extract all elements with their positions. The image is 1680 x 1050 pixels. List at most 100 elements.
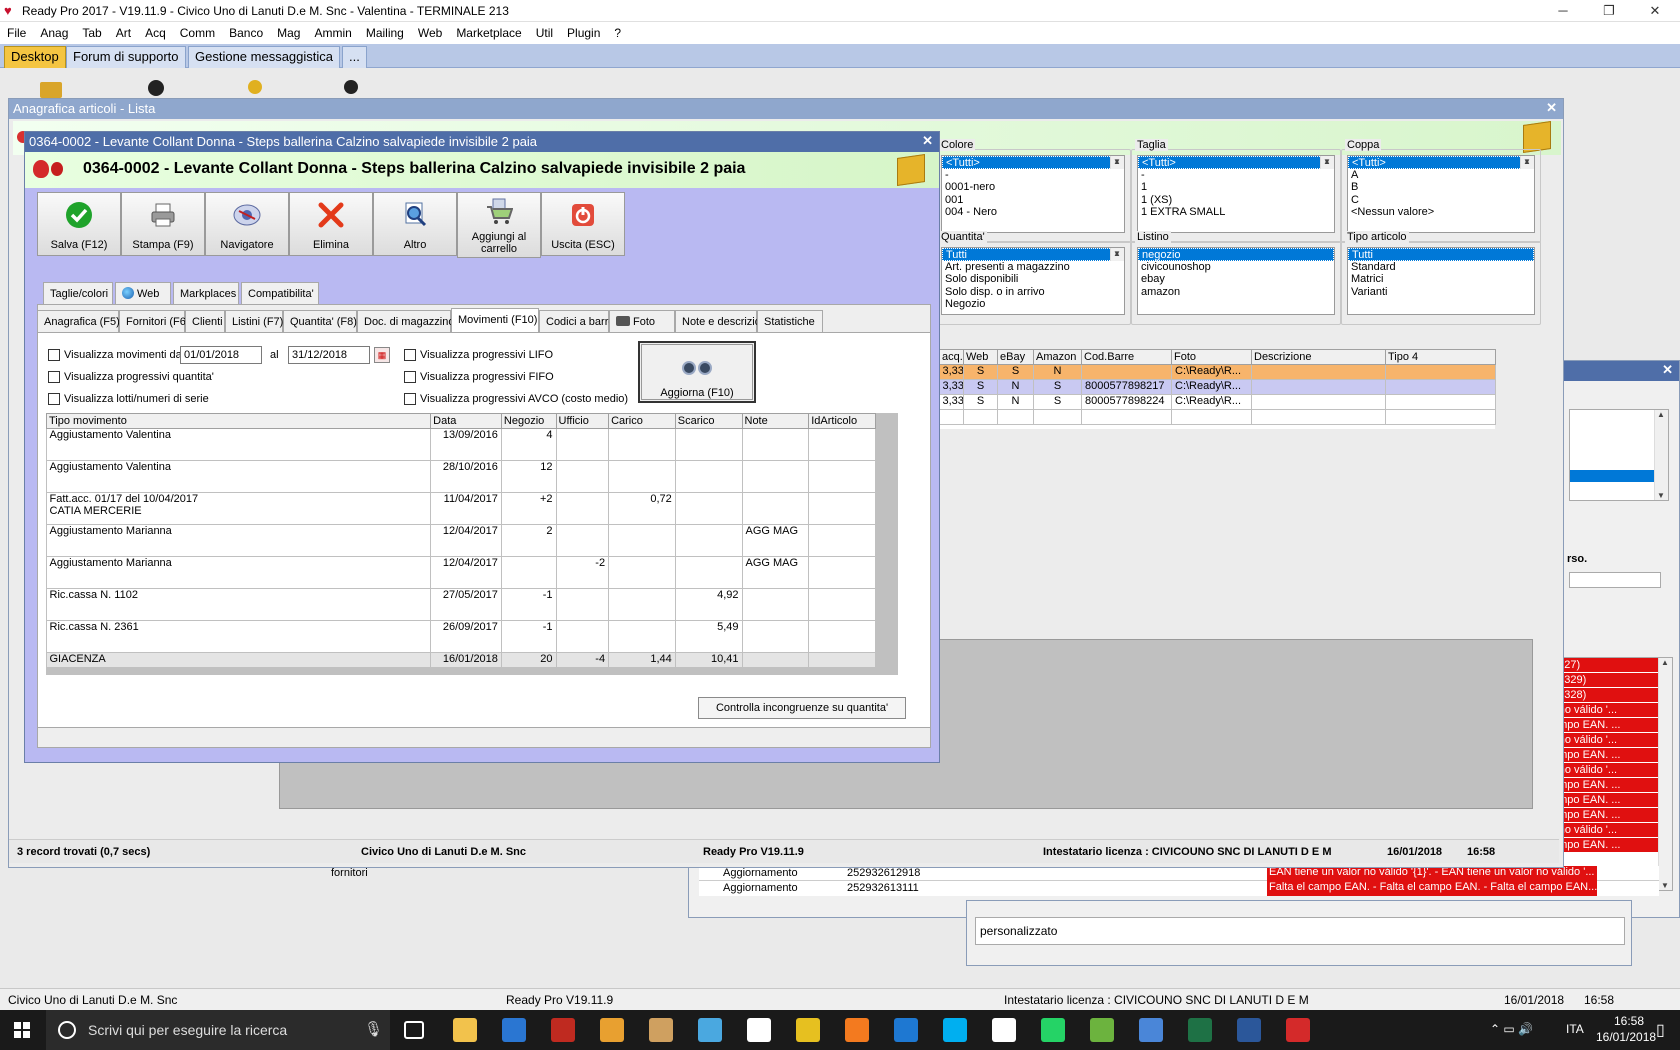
list-item[interactable]: Standard bbox=[1348, 261, 1534, 274]
column-header[interactable]: Tipo 4 bbox=[1385, 349, 1496, 365]
table-row[interactable]: Aggiornamento 252932612918 EAN tiene un … bbox=[699, 866, 1659, 881]
column-header[interactable]: Web bbox=[963, 349, 998, 365]
tab-fornitorif[interactable]: Fornitori (F6) bbox=[119, 310, 190, 334]
list-item[interactable]: amazon bbox=[1138, 286, 1334, 299]
error-item[interactable]: r no válido '... bbox=[1550, 733, 1672, 748]
error-item[interactable]: r no válido '... bbox=[1550, 703, 1672, 718]
word-icon[interactable] bbox=[1237, 1018, 1261, 1042]
desktop-tab[interactable]: Forum di supporto bbox=[66, 46, 186, 68]
error-item[interactable]: r no válido '... bbox=[1550, 823, 1672, 838]
filter-list-coppa[interactable]: <Tutti> A B C <Nessun valore> bbox=[1347, 155, 1535, 233]
error-list[interactable]: 7327) 17329) 17328) r no válido '... ampo EA… bbox=[1549, 657, 1673, 891]
article-grid[interactable]: acq. Web eBay Amazon Cod.Barre Foto Descrizion… bbox=[939, 349, 1496, 429]
personalizzato-field[interactable]: personalizzato bbox=[975, 917, 1625, 945]
whatsapp-icon[interactable] bbox=[1041, 1018, 1065, 1042]
scrollbar[interactable] bbox=[1320, 156, 1334, 169]
list-item[interactable]: Varianti bbox=[1348, 286, 1534, 299]
error-item[interactable]: ampo EAN. ... bbox=[1550, 793, 1672, 808]
controlla-button[interactable]: Controlla incongruenze su quantita' bbox=[698, 697, 906, 719]
minimize-button[interactable]: ─ bbox=[1540, 0, 1586, 22]
filter-list-tipo_articolo[interactable]: Tutti Standard Matrici Varianti bbox=[1347, 247, 1535, 315]
list-item[interactable]: Matrici bbox=[1348, 273, 1534, 286]
toolbar-button-search-doc[interactable]: Altro bbox=[373, 192, 457, 256]
tab-docdimagazzino[interactable]: Doc. di magazzino bbox=[357, 310, 455, 334]
error-item[interactable]: 17328) bbox=[1550, 688, 1672, 703]
list-item[interactable]: A bbox=[1348, 169, 1534, 182]
tab-compatibilita[interactable]: Compatibilita' bbox=[241, 282, 319, 304]
desktop-shortcut-icon[interactable] bbox=[148, 80, 164, 96]
column-header[interactable]: Amazon bbox=[1033, 349, 1082, 365]
tab-noteedescrizioni[interactable]: Note e descrizioni bbox=[675, 310, 769, 334]
toolbar-button-cart[interactable]: Aggiungi al carrello bbox=[457, 192, 541, 258]
menu-item-util[interactable]: Util bbox=[529, 22, 560, 44]
log-list-box[interactable] bbox=[1569, 409, 1669, 501]
taskbar-date[interactable]: 16/01/2018 bbox=[1596, 1030, 1656, 1044]
toolbar-button-navigator[interactable]: Navigatore bbox=[205, 192, 289, 256]
toolbar-button-exit[interactable]: Uscita (ESC) bbox=[541, 192, 625, 256]
emarketing-icon[interactable] bbox=[1139, 1018, 1163, 1042]
list-item[interactable]: 001 bbox=[942, 194, 1124, 207]
tab-anagraficaf[interactable]: Anagrafica (F5) bbox=[37, 310, 120, 334]
desktop-tab[interactable]: ... bbox=[342, 46, 367, 68]
menu-item-art[interactable]: Art bbox=[109, 22, 138, 44]
close-button[interactable]: ✕ bbox=[1632, 0, 1678, 22]
list-item[interactable]: <Nessun valore> bbox=[1348, 206, 1534, 219]
app-icon[interactable] bbox=[649, 1018, 673, 1042]
list-item[interactable]: 1 bbox=[1138, 181, 1334, 194]
notification-icon[interactable]: ▯ bbox=[1656, 1020, 1665, 1040]
error-item[interactable]: ampo EAN. ... bbox=[1550, 838, 1672, 853]
list-item[interactable]: - bbox=[942, 169, 1124, 182]
error-item[interactable]: ampo EAN. ... bbox=[1550, 808, 1672, 823]
list-item[interactable]: C bbox=[1348, 194, 1534, 207]
tab-markplaces[interactable]: Markplaces bbox=[173, 282, 239, 304]
tab-foto[interactable]: Foto bbox=[609, 310, 675, 334]
network-icon[interactable] bbox=[698, 1018, 722, 1042]
maximize-button[interactable]: ❐ bbox=[1586, 0, 1632, 22]
aggiorna-button[interactable]: Aggiorna (F10) bbox=[638, 341, 756, 403]
file-explorer-icon[interactable] bbox=[453, 1018, 477, 1042]
list-item[interactable]: 004 - Nero bbox=[942, 206, 1124, 219]
mail-icon[interactable] bbox=[747, 1018, 771, 1042]
store-icon[interactable] bbox=[502, 1018, 526, 1042]
movimenti-grid[interactable]: Tipo movimento Data Negozio Ufficio Carico Sc… bbox=[45, 413, 876, 668]
tab-clienti[interactable]: Clienti bbox=[185, 310, 225, 334]
list-item[interactable]: <Tutti> bbox=[942, 156, 1124, 169]
list-item[interactable]: Solo disponibili bbox=[942, 273, 1124, 286]
list-item[interactable]: <Tutti> bbox=[1348, 156, 1534, 169]
menu-item-comm[interactable]: Comm bbox=[173, 22, 222, 44]
column-header[interactable]: IdArticolo bbox=[808, 413, 876, 429]
menu-item-mag[interactable]: Mag bbox=[270, 22, 307, 44]
list-item[interactable]: ebay bbox=[1138, 273, 1334, 286]
movimenti-dal-checkbox[interactable] bbox=[48, 349, 60, 361]
date-from-field[interactable]: 01/01/2018 bbox=[180, 346, 262, 364]
menu-item-acq[interactable]: Acq bbox=[138, 22, 173, 44]
table-row[interactable]: Aggiustamento Valentina 13/09/2016 4 bbox=[46, 428, 876, 461]
progressivi-quantita-checkbox[interactable] bbox=[48, 371, 60, 383]
table-row[interactable]: Aggiustamento Marianna 12/04/2017 -2 AGG MA… bbox=[46, 556, 876, 589]
table-row[interactable] bbox=[939, 409, 1496, 425]
table-row[interactable]: Fatt.acc. 01/17 del 10/04/2017 CATIA MERC… bbox=[46, 492, 876, 525]
desktop-shortcut-icon[interactable] bbox=[248, 80, 262, 94]
desktop-tab[interactable]: Desktop bbox=[4, 46, 66, 68]
table-row[interactable]: Ric.cassa N. 2361 26/09/2017 -1 5,49 bbox=[46, 620, 876, 653]
column-header[interactable]: Negozio bbox=[500, 413, 557, 429]
desktop-shortcut-icon[interactable] bbox=[344, 80, 358, 94]
list-item[interactable]: negozio bbox=[1138, 248, 1334, 261]
column-header[interactable]: Note bbox=[741, 413, 810, 429]
list-window-close-button[interactable]: ✕ bbox=[1546, 100, 1557, 116]
info-icon[interactable] bbox=[992, 1018, 1016, 1042]
menu-item-q[interactable]: ? bbox=[607, 22, 628, 44]
menu-item-mailing[interactable]: Mailing bbox=[359, 22, 411, 44]
log-table[interactable]: Aggiornamento 252932612918 EAN tiene un … bbox=[699, 866, 1659, 896]
table-row[interactable]: 3,33 S N S 8000577898217 C:\Ready\R... bbox=[939, 379, 1496, 395]
lifo-checkbox[interactable] bbox=[404, 349, 416, 361]
menu-item-ammin[interactable]: Ammin bbox=[307, 22, 358, 44]
list-item[interactable]: B bbox=[1348, 181, 1534, 194]
tray-icons[interactable]: ⌃ ▭ 🔊 bbox=[1490, 1022, 1533, 1036]
column-header[interactable]: Cod.Barre bbox=[1081, 349, 1172, 365]
menu-item-web[interactable]: Web bbox=[411, 22, 449, 44]
table-row[interactable]: Aggiustamento Valentina 28/10/2016 12 bbox=[46, 460, 876, 493]
error-item[interactable]: ampo EAN. ... bbox=[1550, 718, 1672, 733]
menu-item-tab[interactable]: Tab bbox=[75, 22, 108, 44]
list-item[interactable]: Tutti bbox=[942, 248, 1124, 261]
